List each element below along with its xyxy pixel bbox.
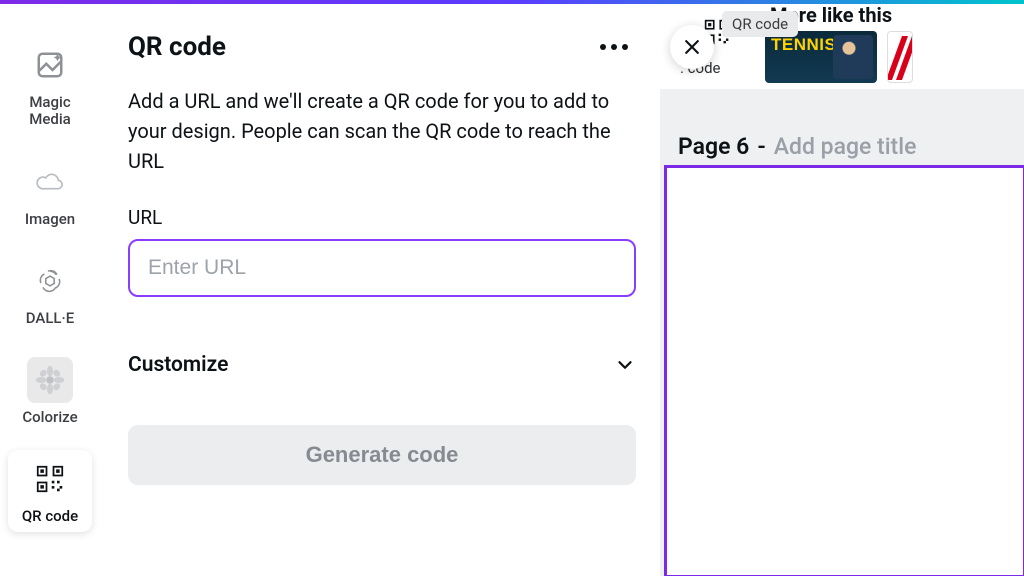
sidebar-item-imagen[interactable]: Imagen [8,153,92,234]
sidebar-item-colorize[interactable]: Colorize [8,351,92,432]
page-title-placeholder[interactable]: Add page title [774,133,917,160]
panel-title: QR code [128,32,226,62]
canvas-area: . code QR code More like this TENNIS Pag… [660,3,1024,576]
generate-code-button[interactable]: Generate code [128,425,636,485]
qr-icon [27,456,73,502]
panel-description: Add a URL and we'll create a QR code for… [128,86,636,176]
qr-tooltip: QR code [722,11,798,37]
customize-accordion[interactable]: Customize [128,353,636,377]
sidebar-item-label: Imagen [25,211,75,228]
template-thumbnail[interactable] [887,31,913,83]
page-dash: - [757,133,765,160]
sidebar-item-dalle[interactable]: DALL·E [8,252,92,333]
design-canvas[interactable] [664,165,1024,576]
sidebar-item-qr-code[interactable]: QR code [8,450,92,531]
url-field-label: URL [128,206,636,229]
sidebar-item-label: Magic Media [8,94,92,129]
close-panel-button[interactable] [670,25,714,69]
more-options-button[interactable] [592,36,636,58]
sidebar-item-label: DALL·E [26,310,75,327]
close-icon [682,37,702,57]
url-input[interactable] [128,239,636,297]
cloud-icon [27,159,73,205]
template-thumbnail[interactable]: TENNIS [765,31,877,83]
sidebar-item-magic-media[interactable]: Magic Media [8,36,92,135]
suggestion-thumbnails: TENNIS [765,31,913,83]
customize-label: Customize [128,353,228,377]
attachment-strip: . code QR code More like this TENNIS [660,3,1024,89]
page-indicator[interactable]: Page 6 - Add page title [678,133,916,160]
qr-panel: QR code Add a URL and we'll create a QR … [100,0,660,576]
magic-media-icon [27,42,73,88]
sidebar-item-label: Colorize [22,409,77,426]
tool-sidebar: Magic Media Imagen DALL·E [0,0,100,576]
sidebar-item-label: QR code [22,508,78,525]
openai-icon [27,258,73,304]
flower-icon [27,357,73,403]
thumbnail-text: TENNIS [771,37,836,53]
chevron-down-icon [614,354,636,376]
page-number-label: Page 6 [678,133,749,160]
